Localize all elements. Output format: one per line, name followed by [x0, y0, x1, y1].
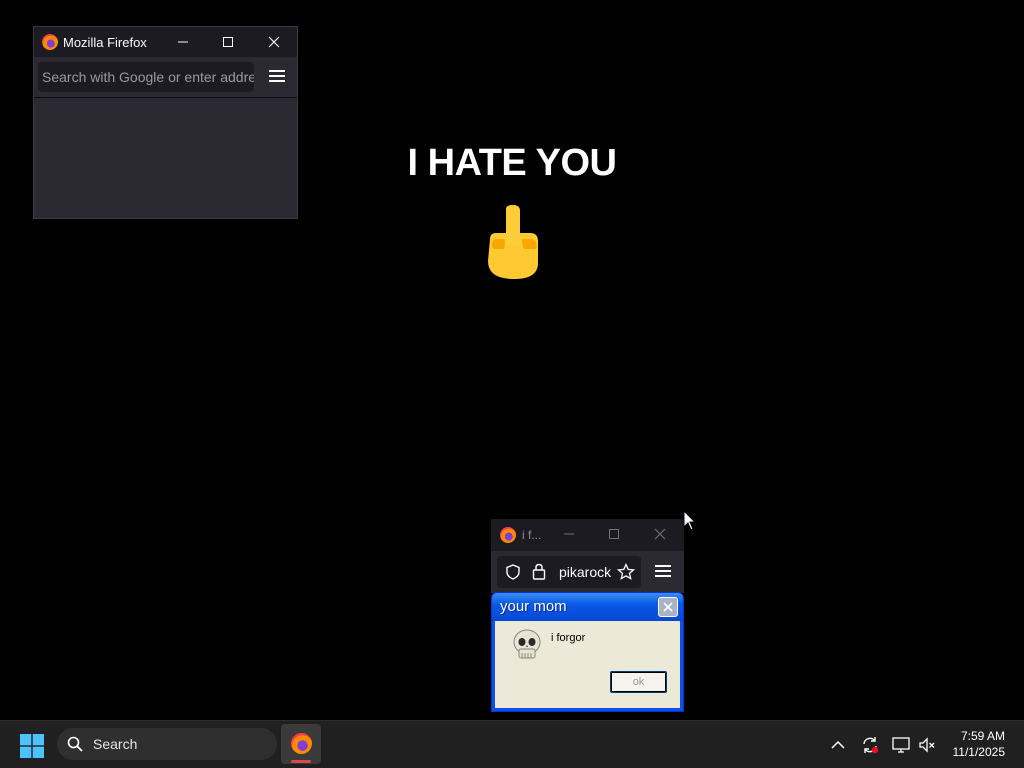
skull-icon — [513, 629, 541, 659]
firefox-taskbar-icon — [291, 733, 312, 754]
clock-date: 11/1/2025 — [952, 745, 1006, 759]
url-input[interactable] — [38, 62, 254, 92]
network-icon[interactable] — [891, 735, 911, 755]
dialog-close-button[interactable] — [658, 597, 678, 617]
minimize-icon — [178, 41, 188, 43]
maximize-icon — [223, 37, 233, 47]
url-bar[interactable] — [38, 62, 254, 92]
middle-finger-icon — [488, 205, 538, 279]
ok-button[interactable]: ok — [610, 671, 667, 693]
hamburger-menu-icon[interactable] — [269, 70, 285, 84]
nav-toolbar — [34, 57, 297, 98]
hamburger-menu-icon[interactable] — [655, 565, 671, 579]
minimize-button[interactable] — [547, 519, 591, 549]
star-icon[interactable] — [617, 563, 635, 581]
minimize-icon — [564, 533, 574, 535]
minimize-button[interactable] — [161, 27, 205, 57]
volume-muted-icon[interactable] — [917, 735, 937, 755]
firefox-window-main[interactable]: Mozilla Firefox — [33, 26, 298, 219]
window-title: Mozilla Firefox — [63, 35, 147, 50]
lock-icon[interactable] — [532, 563, 546, 580]
close-button[interactable] — [638, 519, 682, 549]
taskbar: Search 7:59 AM 11/1/2025 — [0, 720, 1024, 768]
close-button[interactable] — [252, 27, 296, 57]
clock[interactable]: 7:59 AM 11/1/2025 — [953, 728, 1006, 760]
dialog-title: your mom — [500, 598, 567, 615]
shield-icon[interactable] — [505, 564, 521, 580]
dialog-body: i forgor ok — [495, 621, 680, 708]
url-text[interactable]: pikarock: — [559, 564, 611, 580]
active-indicator — [291, 760, 311, 763]
search-icon — [67, 736, 83, 752]
dialog-title-bar[interactable]: your mom — [492, 593, 683, 621]
chevron-up-icon[interactable] — [828, 735, 848, 755]
close-icon — [268, 36, 280, 48]
dialog-message: i forgor — [551, 632, 586, 644]
taskbar-search-box[interactable]: Search — [57, 728, 277, 760]
close-icon — [663, 602, 673, 612]
firefox-logo-icon — [42, 34, 58, 50]
maximize-icon — [609, 529, 619, 539]
firefox-logo-icon — [500, 527, 516, 543]
clock-time: 7:59 AM — [960, 729, 1005, 743]
maximize-button[interactable] — [206, 27, 250, 57]
windows-start-icon[interactable] — [20, 734, 44, 758]
close-icon — [654, 528, 666, 540]
mouse-cursor-icon — [683, 510, 697, 531]
firefox-taskbar-button[interactable] — [281, 724, 321, 764]
dialog-window[interactable]: your mom i forgor ok — [491, 592, 684, 712]
title-bar[interactable]: i f... — [491, 519, 684, 551]
search-label: Search — [93, 736, 138, 752]
title-bar[interactable]: Mozilla Firefox — [34, 27, 297, 57]
nav-toolbar: pikarock: — [491, 551, 684, 593]
firefox-window-small[interactable]: i f... pikarock: — [491, 519, 684, 593]
sync-icon[interactable] — [860, 735, 880, 755]
window-title: i f... — [522, 528, 542, 542]
url-bar[interactable]: pikarock: — [497, 556, 641, 588]
maximize-button[interactable] — [592, 519, 636, 549]
